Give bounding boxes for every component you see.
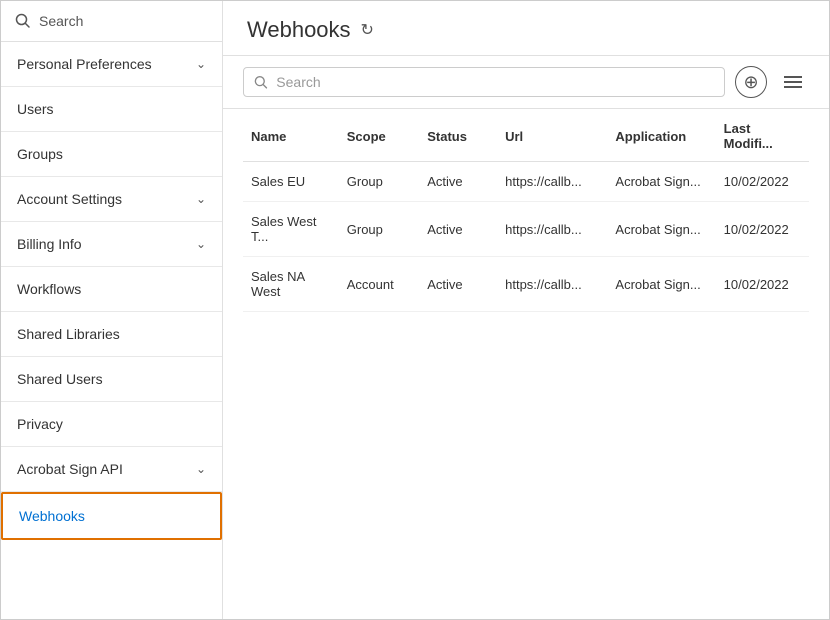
cell-name: Sales NA West [243, 257, 339, 312]
cell-url: https://callb... [497, 162, 607, 202]
sidebar-item-shared-users[interactable]: Shared Users [1, 357, 222, 402]
sidebar-item-groups[interactable]: Groups [1, 132, 222, 177]
cell-scope: Group [339, 202, 419, 257]
sidebar-item-label: Privacy [17, 416, 63, 432]
table-row[interactable]: Sales NA West Account Active https://cal… [243, 257, 809, 312]
hamburger-icon [784, 76, 802, 88]
sidebar-item-label: Account Settings [17, 191, 122, 207]
cell-modified: 10/02/2022 [716, 202, 809, 257]
sidebar: Search Personal Preferences ⌄ Users Grou… [1, 1, 223, 619]
search-icon [254, 75, 268, 90]
main-header: Webhooks ↻ [223, 1, 829, 56]
app-container: Search Personal Preferences ⌄ Users Grou… [0, 0, 830, 620]
cell-application: Acrobat Sign... [607, 162, 715, 202]
chevron-down-icon: ⌄ [196, 237, 206, 251]
search-input[interactable] [276, 74, 714, 90]
sidebar-item-account-settings[interactable]: Account Settings ⌄ [1, 177, 222, 222]
cell-name: Sales EU [243, 162, 339, 202]
sidebar-item-shared-libraries[interactable]: Shared Libraries [1, 312, 222, 357]
col-header-url: Url [497, 109, 607, 162]
search-icon [15, 13, 31, 29]
cell-scope: Account [339, 257, 419, 312]
cell-status: Active [419, 202, 497, 257]
sidebar-search-label: Search [39, 13, 83, 29]
cell-application: Acrobat Sign... [607, 202, 715, 257]
main-content: Webhooks ↻ ⊕ [223, 1, 829, 619]
plus-icon: ⊕ [743, 72, 758, 93]
sidebar-item-workflows[interactable]: Workflows [1, 267, 222, 312]
sidebar-item-webhooks[interactable]: Webhooks [1, 492, 222, 540]
webhooks-table: Name Scope Status Url Application Last M… [243, 109, 809, 312]
cell-url: https://callb... [497, 202, 607, 257]
sidebar-search[interactable]: Search [1, 1, 222, 42]
menu-button[interactable] [777, 66, 809, 98]
sidebar-item-label: Workflows [17, 281, 81, 297]
cell-status: Active [419, 257, 497, 312]
sidebar-item-label: Acrobat Sign API [17, 461, 123, 477]
cell-application: Acrobat Sign... [607, 257, 715, 312]
page-title: Webhooks [247, 17, 351, 43]
sidebar-item-users[interactable]: Users [1, 87, 222, 132]
table-header-row: Name Scope Status Url Application Last M… [243, 109, 809, 162]
cell-scope: Group [339, 162, 419, 202]
sidebar-item-billing-info[interactable]: Billing Info ⌄ [1, 222, 222, 267]
toolbar: ⊕ [223, 56, 829, 109]
cell-modified: 10/02/2022 [716, 257, 809, 312]
sidebar-item-label: Personal Preferences [17, 56, 152, 72]
add-webhook-button[interactable]: ⊕ [735, 66, 767, 98]
table-row[interactable]: Sales West T... Group Active https://cal… [243, 202, 809, 257]
col-header-application: Application [607, 109, 715, 162]
table-container: Name Scope Status Url Application Last M… [223, 109, 829, 619]
col-header-status: Status [419, 109, 497, 162]
chevron-down-icon: ⌄ [196, 57, 206, 71]
sidebar-item-label: Shared Libraries [17, 326, 120, 342]
col-header-name: Name [243, 109, 339, 162]
toolbar-search-box[interactable] [243, 67, 725, 97]
sidebar-item-label: Groups [17, 146, 63, 162]
sidebar-item-acrobat-sign-api[interactable]: Acrobat Sign API ⌄ [1, 447, 222, 492]
chevron-down-icon: ⌄ [196, 192, 206, 206]
sidebar-item-privacy[interactable]: Privacy [1, 402, 222, 447]
col-header-scope: Scope [339, 109, 419, 162]
sidebar-item-label: Billing Info [17, 236, 82, 252]
refresh-icon[interactable]: ↻ [361, 20, 374, 40]
sidebar-item-personal-preferences[interactable]: Personal Preferences ⌄ [1, 42, 222, 87]
cell-modified: 10/02/2022 [716, 162, 809, 202]
sidebar-item-label: Webhooks [19, 508, 85, 524]
cell-url: https://callb... [497, 257, 607, 312]
sidebar-item-label: Shared Users [17, 371, 103, 387]
sidebar-item-label: Users [17, 101, 54, 117]
col-header-modified: Last Modifi... [716, 109, 809, 162]
cell-status: Active [419, 162, 497, 202]
cell-name: Sales West T... [243, 202, 339, 257]
chevron-down-icon: ⌄ [196, 462, 206, 476]
table-row[interactable]: Sales EU Group Active https://callb... A… [243, 162, 809, 202]
